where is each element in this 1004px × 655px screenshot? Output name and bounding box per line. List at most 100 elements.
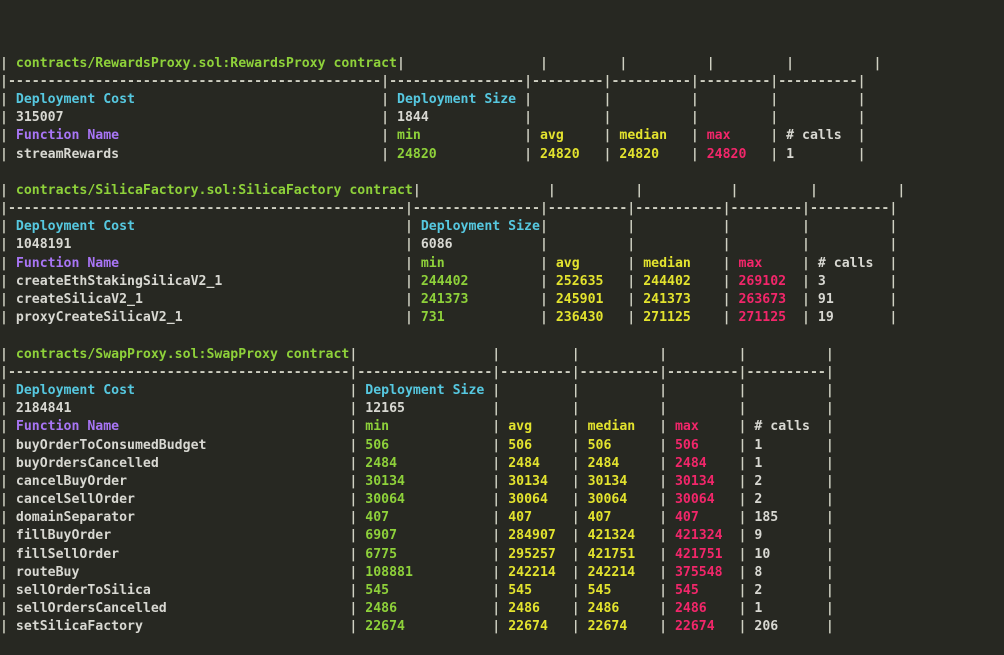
table-row: | domainSeparator | 407 | 407 | 407 | 40… (0, 509, 1004, 527)
gas-table: | contracts/SilicaFactory.sol:SilicaFact… (0, 182, 1004, 328)
separator-dashes: ---------- (579, 364, 660, 380)
table-border-pipe: | (539, 292, 548, 308)
table-border-pipe: | (0, 619, 8, 635)
table-row: | cancelBuyOrder | 30134 | 30134 | 30134… (0, 473, 1004, 491)
empty-cell (500, 401, 571, 416)
empty-cell (731, 237, 802, 252)
clipped-previous-line (0, 0, 1004, 1)
table-border-pipe: | (0, 564, 8, 580)
calls-cell: 9 (746, 528, 826, 544)
empty-cell (532, 110, 603, 125)
empty-cell (548, 56, 619, 71)
empty-cell (548, 219, 627, 234)
empty-cell (731, 219, 802, 234)
table-border-pipe: | (571, 492, 580, 508)
max-cell: 2484 (667, 455, 739, 471)
table-border-pipe: | (825, 382, 834, 398)
function-name-cell: buyOrderToConsumedBudget (7, 437, 350, 453)
table-border-pipe: | (524, 73, 533, 89)
empty-cell (500, 383, 571, 398)
separator-dashes: --------- (532, 73, 604, 89)
deployment-header-row: | Deployment Cost | Deployment Size| | |… (0, 218, 1004, 236)
calls-cell: 2 (746, 492, 826, 508)
min-cell: 30064 (357, 492, 493, 508)
empty-cell (580, 401, 659, 416)
table-border-pipe: | (722, 292, 731, 308)
table-border-pipe: | (825, 401, 834, 417)
table-border-pipe: | (802, 237, 810, 253)
table-border-pipe: | (0, 364, 8, 380)
table-row: | buyOrdersCancelled | 2484 | 2484 | 248… (0, 455, 1004, 473)
empty-cell (810, 237, 889, 252)
column-header-row: | Function Name | min | avg | median | m… (0, 127, 1004, 145)
table-row: | sellOrdersCancelled | 2486 | 2486 | 24… (0, 600, 1004, 618)
median-cell: 24820 (611, 146, 691, 162)
table-border-pipe: | (690, 91, 699, 107)
calls-cell: 19 (809, 310, 890, 326)
empty-cell (746, 401, 825, 416)
median-cell: 241373 (635, 292, 723, 308)
table-row: | cancelSellOrder | 30064 | 30064 | 3006… (0, 491, 1004, 509)
min-cell: 6775 (357, 546, 493, 562)
empty-cell (810, 219, 889, 234)
min-cell: 6907 (357, 528, 493, 544)
empty-cell (746, 383, 825, 398)
gas-table: | contracts/SwapProxy.sol:SwapProxy cont… (0, 346, 1004, 637)
table-border-pipe: | (889, 201, 898, 217)
empty-cell (699, 92, 770, 107)
table-row: | createEthStakingSilicaV2_1 | 244402 | … (0, 273, 1004, 291)
median-cell: 22674 (579, 619, 660, 635)
table-border-pipe: | (722, 255, 731, 271)
avg-cell: 22674 (500, 619, 572, 635)
function-name-cell: fillSellOrder (7, 546, 350, 562)
table-border-pipe: | (738, 619, 747, 635)
min-cell: 545 (357, 583, 493, 599)
table-border-pipe: | (0, 146, 8, 162)
max-cell: 263673 (730, 292, 803, 308)
table-border-pipe: | (722, 273, 731, 289)
table-row: | proxyCreateSilicaV2_1 | 731 | 236430 |… (0, 309, 1004, 327)
table-border-pipe: | (659, 455, 668, 471)
table-border-pipe: | (857, 110, 866, 126)
table-border-pipe: | (0, 91, 8, 107)
table-border-pipe: | (571, 510, 580, 526)
separator-dashes: ----------------------------------------… (7, 73, 382, 89)
function-name-cell: streamRewards (7, 146, 382, 162)
calls-cell: 1 (746, 437, 826, 453)
table-border-pipe: | (0, 237, 8, 253)
separator-dashes: --------- (667, 364, 739, 380)
table-border-pipe: | (0, 546, 8, 562)
avg-cell: 252635 (547, 273, 628, 289)
avg-header: avg (547, 255, 628, 271)
avg-cell: 2484 (500, 455, 572, 471)
separator-dashes: ---------- (809, 201, 890, 217)
table-border-pipe: | (659, 382, 668, 398)
min-cell: 244402 (412, 273, 540, 289)
table-border-pipe: | (571, 473, 580, 489)
table-border-pipe: | (404, 219, 413, 235)
table-border-pipe: | (825, 364, 834, 380)
min-header: min (357, 419, 493, 435)
max-cell: 30064 (667, 492, 739, 508)
table-row: | createSilicaV2_1 | 241373 | 245901 | 2… (0, 291, 1004, 309)
table-border-pipe: | (825, 437, 834, 453)
table-border-pipe: | (659, 346, 668, 362)
contract-title: contracts/SilicaFactory.sol:SilicaFactor… (7, 182, 413, 198)
table-border-pipe: | (0, 73, 8, 89)
empty-cell (667, 347, 738, 362)
separator-dashes: ----------------- (389, 73, 525, 89)
function-name-cell: cancelSellOrder (7, 492, 350, 508)
table-border-pipe: | (825, 346, 834, 362)
table-border-pipe: | (0, 382, 8, 398)
empty-cell (794, 56, 873, 71)
min-header: min (412, 255, 540, 271)
table-border-pipe: | (539, 219, 548, 235)
table-border-pipe: | (659, 510, 668, 526)
min-cell: 241373 (412, 292, 540, 308)
deployment-values-row: | 2184841 | 12165 | | | | | (0, 400, 1004, 418)
table-row: | fillBuyOrder | 6907 | 284907 | 421324 … (0, 527, 1004, 545)
calls-cell: 1 (746, 455, 826, 471)
table-border-pipe: | (897, 182, 906, 198)
table-border-pipe: | (0, 510, 8, 526)
table-border-pipe: | (857, 146, 866, 162)
